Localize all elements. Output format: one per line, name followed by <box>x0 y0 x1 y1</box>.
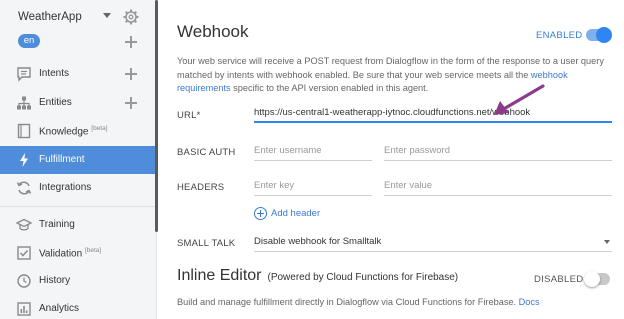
caret-down-icon[interactable] <box>103 13 111 18</box>
sidebar-item-label: Training <box>39 219 75 230</box>
add-circle-icon <box>254 207 267 220</box>
webhook-title: Webhook <box>177 22 249 41</box>
header-key-field[interactable]: Enter key <box>254 178 372 196</box>
bolt-icon <box>20 153 28 167</box>
clock-icon <box>17 274 31 288</box>
add-intent-icon[interactable] <box>125 68 137 80</box>
small-talk-label: SMALL TALK <box>177 238 236 249</box>
sidebar-item-integrations[interactable]: Integrations <box>0 174 155 202</box>
chat-icon <box>17 67 31 82</box>
webhook-status-label: ENABLED <box>536 30 583 41</box>
toggle-knob <box>584 271 600 287</box>
sidebar-item-label: History <box>39 275 71 286</box>
url-input[interactable]: https://us-central1-weatherapp-iytnoc.cl… <box>254 105 612 123</box>
small-talk-select[interactable]: Disable webhook for Smalltalk <box>254 234 612 252</box>
language-chip[interactable]: en <box>18 34 40 48</box>
sidebar-item-label: Analytics <box>39 303 80 314</box>
sidebar-divider <box>0 206 155 207</box>
sidebar-item-validation[interactable]: Validation [beta] <box>0 239 155 267</box>
sidebar-item-analytics[interactable]: Analytics <box>0 295 155 319</box>
header-value-field[interactable]: Enter value <box>384 178 612 196</box>
toggle-knob <box>596 27 612 43</box>
main-content: Webhook ENABLED Your web service will re… <box>158 0 624 319</box>
beta-badge: [beta] <box>91 125 108 132</box>
chart-icon <box>17 302 31 316</box>
sidebar-item-history[interactable]: History <box>0 267 155 295</box>
inline-editor-subtitle: (Powered by Cloud Functions for Firebase… <box>267 272 459 283</box>
sidebar-item-label: Knowledge [beta] <box>39 125 108 138</box>
inline-editor-toggle[interactable] <box>584 271 610 287</box>
checkbox-icon <box>17 246 31 260</box>
username-field[interactable]: Enter username <box>254 143 372 161</box>
hierarchy-icon <box>17 96 31 110</box>
gear-icon[interactable] <box>123 9 139 25</box>
password-field[interactable]: Enter password <box>384 143 612 161</box>
annotation-arrow <box>494 84 545 115</box>
sidebar-item-training[interactable]: Training <box>0 211 155 239</box>
sidebar-item-label: Integrations <box>39 182 92 193</box>
inline-editor-description: Build and manage fulfillment directly in… <box>177 297 540 307</box>
sync-icon <box>16 181 32 195</box>
book-icon <box>17 123 31 139</box>
agent-selector[interactable]: WeatherApp <box>0 0 155 34</box>
add-language-icon[interactable] <box>125 36 137 48</box>
inline-editor-status-label: DISABLED <box>534 274 584 285</box>
graduation-cap-icon <box>16 218 32 231</box>
add-entity-icon[interactable] <box>125 97 137 109</box>
sidebar-item-label: Intents <box>39 68 70 79</box>
webhook-toggle[interactable] <box>586 27 612 43</box>
docs-link[interactable]: Docs <box>519 297 540 307</box>
dropdown-caret-icon <box>604 240 610 244</box>
sidebar-item-knowledge[interactable]: Knowledge [beta] <box>0 117 155 145</box>
sidebar-item-label: Entities <box>39 97 72 108</box>
headers-label: HEADERS <box>177 182 225 193</box>
basic-auth-label: BASIC AUTH <box>177 147 236 158</box>
sidebar-item-label: Fulfillment <box>39 154 85 165</box>
agent-name[interactable]: WeatherApp <box>18 11 82 23</box>
sidebar: WeatherApp en Intents Entities Knowledge… <box>0 0 158 319</box>
sidebar-item-label: Validation [beta] <box>39 247 102 260</box>
url-label: URL* <box>177 110 201 121</box>
beta-badge: [beta] <box>84 247 102 254</box>
sidebar-item-fulfillment[interactable]: Fulfillment <box>0 146 155 174</box>
inline-editor-title: Inline Editor (Powered by Cloud Functions… <box>177 267 459 284</box>
